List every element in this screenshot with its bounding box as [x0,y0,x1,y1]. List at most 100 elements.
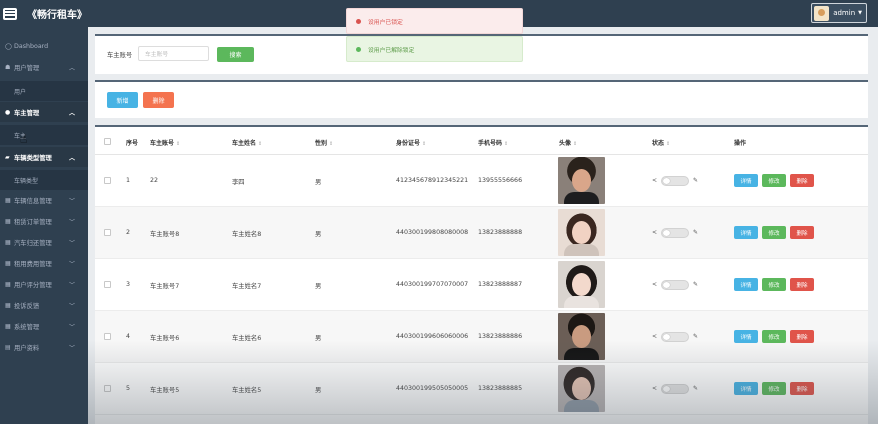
col-account[interactable]: 车主账号 ⇕ [150,138,180,147]
sidebar-item-label: 租用费用管理 [14,260,52,268]
cell-gender: 男 [315,387,322,394]
col-phone[interactable]: 手机号码 ⇕ [478,138,508,147]
sort-icon: ⇕ [666,141,671,147]
edit-button[interactable]: 修改 [762,174,786,187]
row-delete-button[interactable]: 删除 [790,330,814,343]
row-checkbox[interactable] [104,385,111,392]
col-index: 序号 [126,140,139,147]
edit-button[interactable]: 修改 [762,330,786,343]
sidebar-item-user-management[interactable]: ☗ 用户管理 ︿ [0,57,88,77]
avatar-photo [558,157,605,204]
pencil-icon[interactable]: ✎ [693,385,698,392]
mouse-cursor-icon: ☝ [20,132,28,146]
sidebar-item-owner-management[interactable]: ● 车主管理 ︿ [0,102,88,122]
cell-account: 车主账号6 [150,335,180,342]
pencil-icon[interactable]: ✎ [693,281,698,288]
share-icon[interactable]: < [652,177,657,184]
row-delete-button[interactable]: 删除 [790,174,814,187]
pencil-icon[interactable]: ✎ [693,229,698,236]
cell-index: 1 [126,177,131,184]
cell-name: 车主姓名5 [232,387,262,394]
row-delete-button[interactable]: 删除 [790,382,814,395]
search-button[interactable]: 搜索 [217,47,254,62]
row-checkbox[interactable] [104,333,111,340]
col-label: 手机号码 [478,140,503,147]
edit-button[interactable]: 修改 [762,382,786,395]
sidebar-item-user-rating[interactable]: ▦ 用户评分管理 ﹀ [0,274,88,294]
sidebar-item-complaints[interactable]: ▦ 投诉反馈 ﹀ [0,295,88,315]
chevron-down-icon: ﹀ [68,239,75,247]
col-label: 车主姓名 [232,140,257,147]
grid-icon: ▦ [5,238,11,246]
cell-name: 车主姓名8 [232,231,262,238]
grid-icon: ▦ [5,301,11,309]
toast-text: 设用户已锁定 [368,19,403,26]
sidebar-item-label: 系统管理 [14,323,40,331]
table-header: 序号 车主账号 ⇕ 车主姓名 ⇕ 性别 ⇕ 身份证号 ⇕ 手机号码 ⇕ 头像 ⇕ 状态 ⇕ 操… [95,127,868,155]
avatar-photo [558,313,605,360]
row-checkbox[interactable] [104,229,111,236]
sidebar-subitem-vehicle-type[interactable]: 车辆类型 [0,170,88,190]
detail-button[interactable]: 详情 [734,330,758,343]
row-delete-button[interactable]: 删除 [790,278,814,291]
grid-icon: ▦ [5,280,11,288]
col-gender[interactable]: 性别 ⇕ [315,138,333,147]
user-menu[interactable]: admin ▼ [811,3,867,23]
chevron-down-icon: ﹀ [68,281,75,289]
status-toggle[interactable] [661,228,689,238]
sort-icon: ⇕ [504,141,509,147]
chevron-down-icon: ﹀ [68,323,75,331]
search-input[interactable]: 车主账号 [138,46,209,61]
pencil-icon[interactable]: ✎ [693,177,698,184]
share-icon[interactable]: < [652,333,657,340]
share-icon[interactable]: < [652,281,657,288]
sidebar-item-car-return[interactable]: ▦ 汽车归还管理 ﹀ [0,232,88,252]
row-checkbox[interactable] [104,281,111,288]
status-toggle[interactable] [661,280,689,290]
detail-button[interactable]: 详情 [734,174,758,187]
sidebar-item-label: 车主管理 [14,109,40,117]
cell-name: 车主姓名7 [232,283,262,290]
row-checkbox[interactable] [104,177,111,184]
cell-gender: 男 [315,179,322,186]
col-label: 身份证号 [396,140,421,147]
sidebar-item-rental-fees[interactable]: ▦ 租用费用管理 ﹀ [0,253,88,273]
sidebar-item-vehicle-info[interactable]: ▦ 车辆信息管理 ﹀ [0,190,88,210]
sidebar-item-system[interactable]: ▦ 系统管理 ﹀ [0,316,88,336]
detail-button[interactable]: 详情 [734,278,758,291]
edit-button[interactable]: 修改 [762,278,786,291]
sidebar-item-rental-orders[interactable]: ▦ 租赁订单管理 ﹀ [0,211,88,231]
col-avatar[interactable]: 头像 ⇕ [559,138,577,147]
sidebar-item-label: 用户评分管理 [14,281,52,289]
col-name[interactable]: 车主姓名 ⇕ [232,138,262,147]
share-icon[interactable]: < [652,385,657,392]
select-all-checkbox[interactable] [104,138,111,145]
row-delete-button[interactable]: 删除 [790,226,814,239]
edit-button[interactable]: 修改 [762,226,786,239]
cell-phone: 13823888886 [478,333,523,340]
add-button[interactable]: 新增 [107,92,138,108]
detail-button[interactable]: 详情 [734,226,758,239]
chevron-down-icon: ﹀ [68,344,75,352]
sidebar-item-user-profile[interactable]: ▤ 用户资料 ﹀ [0,337,88,357]
menu-toggle-icon[interactable] [3,7,17,20]
col-id-card[interactable]: 身份证号 ⇕ [396,138,426,147]
col-status[interactable]: 状态 ⇕ [652,138,670,147]
status-toggle[interactable] [661,176,689,186]
table-row: 5 车主账号5 车主姓名5 男 440300199505050005 13823… [95,363,868,415]
pencil-icon[interactable]: ✎ [693,333,698,340]
sidebar-item-vehicle-type-management[interactable]: ▰ 车辆类型管理 ︿ [0,147,88,167]
share-icon[interactable]: < [652,229,657,236]
delete-button[interactable]: 删除 [143,92,174,108]
car-icon: ▰ [5,153,10,161]
sidebar-item-dashboard[interactable]: ◯ Dashboard [0,36,88,56]
cell-account: 车主账号5 [150,387,180,394]
status-toggle[interactable] [661,332,689,342]
sidebar-subitem-user[interactable]: 用户 [0,81,88,101]
status-toggle[interactable] [661,384,689,394]
cell-gender: 男 [315,283,322,290]
sidebar-subitem-owner[interactable]: 车主 [0,125,88,145]
detail-button[interactable]: 详情 [734,382,758,395]
cell-name: 李四 [232,179,245,186]
chevron-up-icon: ︿ [68,64,75,72]
